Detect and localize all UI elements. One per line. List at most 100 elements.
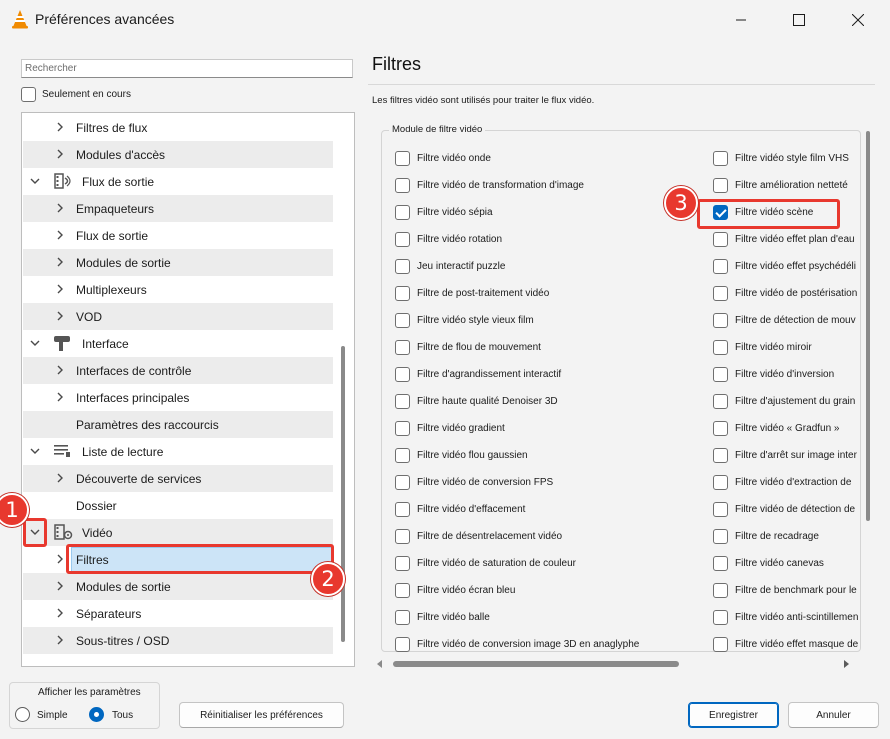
- filter-checkbox-row[interactable]: Filtre vidéo canevas: [713, 554, 860, 572]
- checkbox[interactable]: [713, 636, 728, 652]
- preferences-tree[interactable]: Sous-titres / OSD Séparateurs Modules de s…: [21, 112, 355, 667]
- chevron-right-icon[interactable]: [54, 391, 66, 403]
- filter-checkbox-row[interactable]: Filtre vidéo d'inversion: [713, 365, 860, 383]
- filter-checkbox-row[interactable]: Filtre vidéo miroir: [713, 338, 860, 356]
- filter-checkbox-row[interactable]: Jeu interactif puzzle: [395, 257, 505, 275]
- tree-item[interactable]: Flux de sortie: [23, 168, 333, 195]
- filter-checkbox-row[interactable]: Filtre vidéo anti-scintillemen: [713, 608, 860, 626]
- checkbox[interactable]: [713, 177, 728, 193]
- filter-checkbox-row[interactable]: Filtre vidéo effet masque de: [713, 635, 860, 653]
- chevron-right-icon[interactable]: [54, 229, 66, 241]
- tree-item[interactable]: Interfaces principales: [23, 384, 333, 411]
- checkbox[interactable]: [395, 231, 410, 247]
- filter-checkbox-row[interactable]: Filtre vidéo sépia: [395, 203, 493, 221]
- filter-checkbox-row[interactable]: Filtre vidéo « Gradfun »: [713, 419, 860, 437]
- tree-item[interactable]: Modules d'accès: [23, 141, 333, 168]
- tree-item[interactable]: Liste de lecture: [23, 438, 333, 465]
- filters-horizontal-scrollbar[interactable]: [393, 661, 679, 667]
- tree-item[interactable]: VOD: [23, 303, 333, 330]
- filter-checkbox-row[interactable]: Filtre vidéo de saturation de couleur: [395, 554, 576, 572]
- chevron-right-icon[interactable]: [54, 121, 66, 133]
- filters-vertical-scrollbar[interactable]: [866, 131, 870, 521]
- filter-checkbox-row[interactable]: Filtre de recadrage: [713, 527, 860, 545]
- checkbox[interactable]: [713, 420, 728, 436]
- filter-checkbox-row[interactable]: Filtre vidéo écran bleu: [395, 581, 515, 599]
- filter-checkbox-row[interactable]: Filtre de post-traitement vidéo: [395, 284, 549, 302]
- checkbox[interactable]: [395, 447, 410, 463]
- tree-scrollbar[interactable]: [341, 346, 345, 642]
- scroll-left-arrow-icon[interactable]: [377, 660, 382, 668]
- filter-checkbox-row[interactable]: Filtre vidéo de transformation d'image: [395, 176, 584, 194]
- checkbox[interactable]: [713, 312, 728, 328]
- checkbox[interactable]: [395, 501, 410, 517]
- tree-item[interactable]: Paramètres des raccourcis: [23, 411, 333, 438]
- filter-checkbox-row[interactable]: Filtre vidéo de postérisation: [713, 284, 860, 302]
- checkbox[interactable]: [395, 366, 410, 382]
- filter-checkbox-row[interactable]: Filtre vidéo style vieux film: [395, 311, 534, 329]
- filter-checkbox-row[interactable]: Filtre d'agrandissement interactif: [395, 365, 561, 383]
- chevron-right-icon[interactable]: [54, 310, 66, 322]
- chevron-right-icon[interactable]: [54, 256, 66, 268]
- filter-checkbox-row[interactable]: Filtre vidéo d'extraction de: [713, 473, 860, 491]
- chevron-right-icon[interactable]: [54, 364, 66, 376]
- filter-checkbox-row[interactable]: Filtre vidéo de conversion image 3D en a…: [395, 635, 639, 653]
- filter-checkbox-row[interactable]: Filtre vidéo de conversion FPS: [395, 473, 553, 491]
- checkbox[interactable]: [395, 339, 410, 355]
- checkbox[interactable]: [713, 501, 728, 517]
- filter-checkbox-row[interactable]: Filtre d'arrêt sur image inter: [713, 446, 860, 464]
- checkbox[interactable]: [713, 555, 728, 571]
- search-input[interactable]: [21, 59, 353, 78]
- scroll-right-arrow-icon[interactable]: [844, 660, 849, 668]
- checkbox[interactable]: [395, 285, 410, 301]
- filter-checkbox-row[interactable]: Filtre vidéo balle: [395, 608, 490, 626]
- filter-checkbox-row[interactable]: Filtre vidéo effet plan d'eau: [713, 230, 860, 248]
- checkbox[interactable]: [395, 150, 410, 166]
- filter-checkbox-row[interactable]: Filtre haute qualité Denoiser 3D: [395, 392, 558, 410]
- chevron-right-icon[interactable]: [54, 202, 66, 214]
- chevron-right-icon[interactable]: [54, 607, 66, 619]
- checkbox[interactable]: [395, 393, 410, 409]
- tree-item[interactable]: Empaqueteurs: [23, 195, 333, 222]
- minimize-button[interactable]: [712, 0, 770, 40]
- checkbox[interactable]: [713, 609, 728, 625]
- checkbox[interactable]: [395, 528, 410, 544]
- checkbox[interactable]: [713, 366, 728, 382]
- chevron-right-icon[interactable]: [54, 553, 66, 565]
- checkbox[interactable]: [713, 339, 728, 355]
- filter-checkbox-row[interactable]: Filtre vidéo de détection de: [713, 500, 860, 518]
- save-button[interactable]: Enregistrer: [688, 702, 779, 728]
- checkbox[interactable]: [395, 609, 410, 625]
- reset-preferences-button[interactable]: Réinitialiser les préférences: [179, 702, 344, 728]
- tree-item[interactable]: Sous-titres / OSD: [23, 627, 333, 654]
- filter-checkbox-row[interactable]: Filtre de détection de mouv: [713, 311, 860, 329]
- tree-item[interactable]: Séparateurs: [23, 600, 333, 627]
- cancel-button[interactable]: Annuler: [788, 702, 879, 728]
- chevron-down-icon[interactable]: [29, 175, 41, 187]
- filter-checkbox-row[interactable]: Filtre vidéo d'effacement: [395, 500, 525, 518]
- filter-checkbox-row[interactable]: Filtre de désentrelacement vidéo: [395, 527, 562, 545]
- tree-item[interactable]: Multiplexeurs: [23, 276, 333, 303]
- checkbox[interactable]: [395, 555, 410, 571]
- filter-checkbox-row[interactable]: Filtre vidéo onde: [395, 149, 491, 167]
- filter-checkbox-row[interactable]: Filtre vidéo rotation: [395, 230, 502, 248]
- filter-checkbox-row[interactable]: Filtre vidéo gradient: [395, 419, 505, 437]
- filter-checkbox-row[interactable]: Filtre amélioration netteté: [713, 176, 860, 194]
- tree-item[interactable]: Flux de sortie: [23, 222, 333, 249]
- checkbox[interactable]: [713, 231, 728, 247]
- close-button[interactable]: [829, 0, 887, 40]
- simple-radio[interactable]: [15, 707, 30, 722]
- checkbox[interactable]: [713, 474, 728, 490]
- checkbox[interactable]: [395, 636, 410, 652]
- maximize-button[interactable]: [770, 0, 828, 40]
- chevron-right-icon[interactable]: [54, 580, 66, 592]
- checkbox[interactable]: [713, 393, 728, 409]
- tree-item[interactable]: Filtres de flux: [23, 114, 333, 141]
- checkbox[interactable]: [713, 582, 728, 598]
- filter-checkbox-row[interactable]: Filtre de benchmark pour le: [713, 581, 860, 599]
- checkbox[interactable]: [713, 150, 728, 166]
- checkbox[interactable]: [395, 177, 410, 193]
- checkbox[interactable]: [395, 312, 410, 328]
- checkbox-box[interactable]: [21, 87, 36, 102]
- checkbox[interactable]: [395, 474, 410, 490]
- filter-checkbox-row[interactable]: Filtre vidéo style film VHS: [713, 149, 860, 167]
